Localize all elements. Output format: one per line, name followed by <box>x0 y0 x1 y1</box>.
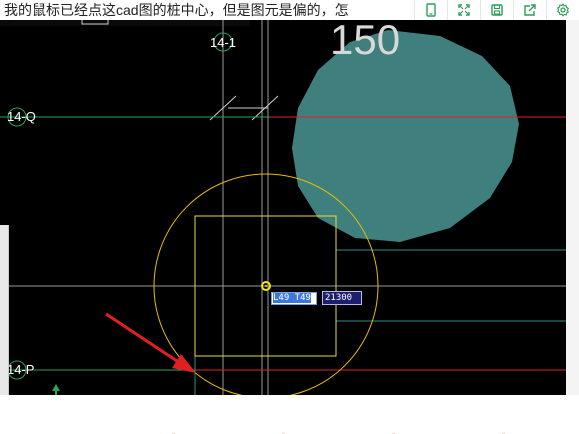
toolbar <box>414 0 579 20</box>
settings-button[interactable] <box>546 0 579 20</box>
dynamic-input-field[interactable]: L49 T49 <box>271 292 317 305</box>
left-panel-strip <box>0 225 9 395</box>
cad-toolbar-remnant <box>0 20 250 26</box>
share-icon <box>524 4 536 16</box>
tablet-icon <box>426 3 436 17</box>
question-text: 我的鼠标已经点这cad图的桩中心，但是图元是偏的，怎 <box>4 2 349 18</box>
save-icon <box>491 4 503 16</box>
snap-center <box>265 285 267 287</box>
dimension-text-150: 150 <box>330 20 401 63</box>
tablet-button[interactable] <box>414 0 447 20</box>
cad-canvas[interactable]: 150 14-1 14-Q 14-P L49 T49 21300 <box>0 20 566 395</box>
annotation-arrow-shaft <box>105 312 181 365</box>
axis-label-top: 14-1 <box>210 35 237 50</box>
question-bar: 我的鼠标已经点这cad图的桩中心，但是图元是偏的，怎 <box>0 0 579 20</box>
axis-label-left-lower: 14-P <box>7 362 35 377</box>
pile-polygon <box>292 30 519 242</box>
cad-drawing <box>0 20 566 395</box>
save-button[interactable] <box>480 0 513 20</box>
footer-area <box>0 395 579 434</box>
dynamic-input-text: L49 T49 <box>273 293 311 303</box>
right-panel-strip <box>566 20 579 395</box>
settings-icon <box>556 3 570 17</box>
expand-button[interactable] <box>447 0 480 20</box>
axis-label-left-upper: 14-Q <box>7 109 36 124</box>
expand-icon <box>458 4 470 16</box>
dynamic-value-field[interactable]: 21300 <box>322 291 362 305</box>
share-button[interactable] <box>513 0 546 20</box>
ucs-arrow-icon <box>52 384 60 391</box>
